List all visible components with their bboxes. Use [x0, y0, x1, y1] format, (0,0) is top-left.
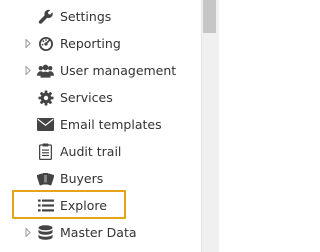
- admin-sidebar: Settings Reporting User management Servi…: [0, 0, 241, 252]
- sidebar-item-user-management[interactable]: User management: [0, 57, 200, 84]
- sidebar-item-audit-trail[interactable]: Audit trail: [0, 138, 200, 165]
- envelope-icon: [37, 116, 54, 133]
- expand-arrow-icon[interactable]: [24, 39, 32, 49]
- sidebar-item-label: Audit trail: [60, 144, 122, 159]
- sidebar-item-label: Email templates: [60, 117, 162, 132]
- sidebar-item-label: Services: [60, 90, 113, 105]
- gear-icon: [37, 89, 54, 106]
- sidebar-item-services[interactable]: Services: [0, 84, 200, 111]
- sidebar-item-label: User management: [60, 63, 177, 78]
- sidebar-item-settings[interactable]: Settings: [0, 3, 200, 30]
- cards-icon: [37, 170, 54, 187]
- expand-arrow-icon[interactable]: [24, 228, 32, 238]
- clipboard-icon: [37, 143, 54, 160]
- wrench-icon: [37, 8, 54, 25]
- sidebar-item-email-templates[interactable]: Email templates: [0, 111, 200, 138]
- sidebar-item-reporting[interactable]: Reporting: [0, 30, 200, 57]
- users-icon: [37, 62, 54, 79]
- explore-highlight-box: [12, 190, 126, 219]
- database-icon: [37, 224, 54, 241]
- sidebar-item-label: Settings: [60, 9, 112, 24]
- vertical-scrollbar[interactable]: [201, 0, 219, 252]
- sidebar-item-label: Reporting: [60, 36, 121, 51]
- expand-arrow-icon[interactable]: [24, 66, 32, 76]
- scrollbar-thumb[interactable]: [203, 0, 216, 33]
- sidebar-item-master-data[interactable]: Master Data: [0, 219, 200, 246]
- sidebar-item-label: Buyers: [60, 171, 104, 186]
- reporting-icon: [37, 35, 54, 52]
- sidebar-item-buyers[interactable]: Buyers: [0, 165, 200, 192]
- sidebar-item-label: Master Data: [60, 225, 137, 240]
